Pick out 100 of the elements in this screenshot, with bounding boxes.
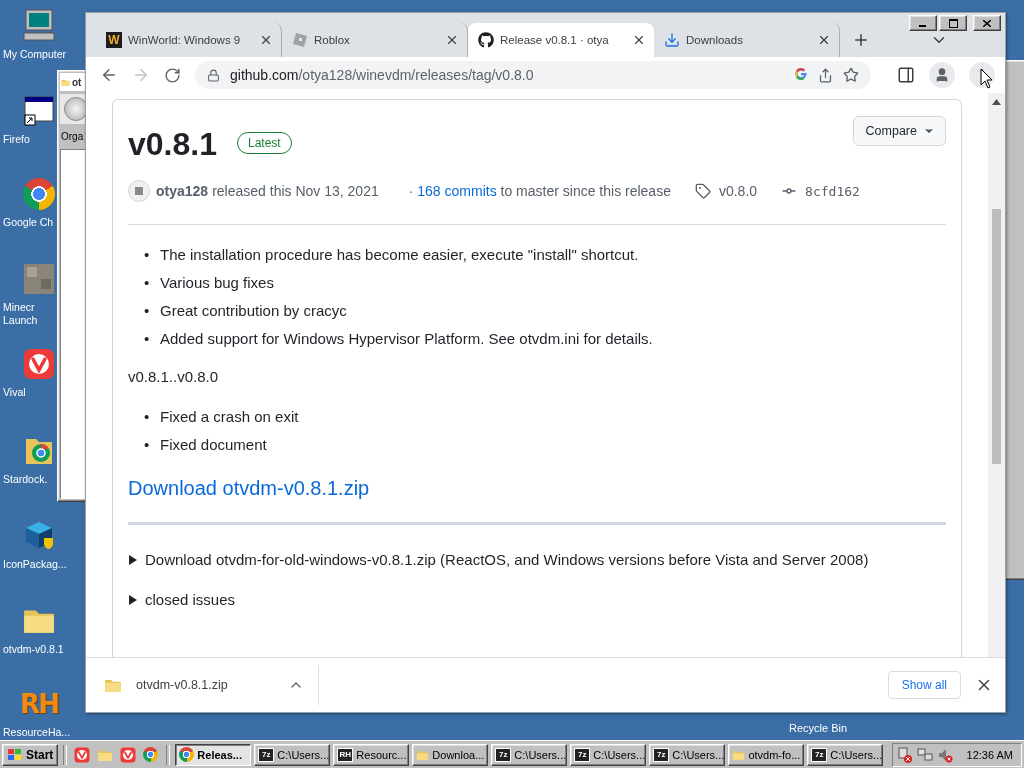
app-logo: 7z (495, 747, 512, 762)
chrome-icon (179, 747, 195, 762)
chrome-icon (143, 746, 159, 762)
reload-icon[interactable] (164, 66, 181, 84)
taskbar-button[interactable]: Downloa... (412, 743, 489, 766)
computer-icon (22, 8, 56, 42)
network-icon[interactable] (916, 746, 933, 763)
bullet: • (144, 273, 150, 293)
window-shortcut-icon (22, 93, 56, 127)
clock[interactable]: 12:36 AM (966, 748, 1013, 761)
back-button[interactable] (64, 97, 88, 121)
download-icon (664, 32, 680, 48)
close-icon[interactable] (445, 33, 459, 47)
folder-icon (61, 77, 70, 87)
taskbar-button[interactable]: otvdm-fo... (728, 743, 805, 766)
github-icon (478, 32, 494, 48)
list-item: Fixed a crash on exit (160, 407, 299, 427)
disclosure-triangle-icon[interactable] (128, 555, 138, 565)
bullet: • (144, 435, 150, 455)
details-summary[interactable]: Download otvdm-for-old-windows-v0.8.1.zip (ReactOS, and Windows versions before Vista and Server 2008) (145, 551, 869, 569)
window-title: ot (72, 76, 82, 88)
scroll-thumb[interactable] (992, 209, 1001, 464)
avatar-icon[interactable] (128, 180, 150, 202)
app-logo: RH (22, 688, 56, 720)
maximize-icon (948, 18, 958, 28)
scrollbar[interactable] (988, 93, 1005, 657)
new-tab-icon[interactable] (852, 31, 870, 49)
show-all-button[interactable]: Show all (887, 671, 961, 699)
desktop-icon-label[interactable]: Google Ch (3, 216, 54, 229)
app-logo: RH (337, 747, 354, 762)
start-button[interactable]: Start (2, 743, 59, 766)
paragraph: v0.8.1..v0.8.0 (128, 367, 220, 387)
list-item: Various bug fixes (160, 273, 274, 293)
release-date: released this Nov 13, 2021 (212, 183, 379, 199)
lock-icon[interactable] (207, 68, 220, 82)
taskbar-button[interactable]: 7z C:\Users... (807, 743, 884, 766)
list-item: Added support for Windows Hypervisor Platform. See otvdm.ini for details. (160, 329, 653, 349)
browser-tab[interactable]: Release v0.8.1 · otya (468, 23, 654, 57)
app-logo: 7z (653, 747, 670, 762)
tag-icon (694, 183, 711, 199)
commits-text: · 168 commits to master since this release (408, 183, 671, 199)
vivaldi-icon (23, 348, 55, 380)
side-panel-icon[interactable] (897, 66, 915, 84)
maximize-button[interactable] (939, 15, 967, 31)
bullet: • (144, 301, 150, 321)
bullet: • (144, 329, 150, 349)
desktop-icon-label[interactable]: Firefo (3, 133, 30, 146)
taskbar-button[interactable]: 7z C:\Users... (649, 743, 726, 766)
close-icon[interactable] (632, 33, 646, 47)
windows-logo-icon (7, 747, 23, 762)
app-logo: 7z (811, 747, 828, 762)
desktop-icon-label[interactable]: Vival (3, 386, 26, 399)
desktop-icon-label[interactable]: otvdm-v0.8.1 (3, 643, 64, 656)
download-link[interactable]: Download otvdm-v0.8.1.zip (128, 477, 370, 500)
toolbar-label[interactable]: Orga (61, 131, 84, 142)
release-title: v0.8.1 (128, 125, 217, 164)
tag-link[interactable]: v0.8.0 (718, 183, 758, 199)
commit-link[interactable]: 8cfd162 (805, 183, 860, 199)
mouse-pointer-icon (980, 68, 993, 89)
bookmark-star-icon[interactable] (843, 67, 859, 83)
taskbar-button[interactable]: RH Resourc... (333, 743, 410, 766)
vivaldi-icon (74, 746, 91, 763)
close-icon (983, 19, 991, 27)
list-item: The installation procedure has become easier, execute "install" shortcut. (160, 245, 639, 265)
close-button[interactable] (973, 15, 1001, 31)
network-error-icon[interactable] (896, 746, 913, 763)
list-item: Fixed document (160, 435, 267, 455)
block-icon (23, 263, 55, 295)
desktop-icon-label[interactable]: IconPackag... (3, 558, 67, 571)
download-item[interactable]: otvdm-v0.8.1.zip (104, 665, 319, 705)
desktop-icon-label[interactable]: Stardock. (3, 473, 48, 486)
address-bar[interactable]: github.com/otya128/winevdm/releases/tag/v0.8.0 (195, 61, 871, 89)
desktop-icon-label[interactable]: Recycle Bin (780, 722, 856, 734)
scroll-up-icon[interactable] (992, 99, 1001, 105)
chrome-icon (23, 178, 55, 210)
person-icon (934, 67, 950, 83)
details-summary[interactable]: closed issues (145, 591, 236, 609)
desktop-icon-label[interactable]: ResourceHa... (3, 726, 71, 739)
taskbar-button[interactable]: 7z C:\Users... (491, 743, 568, 766)
taskbar-button[interactable]: 7z C:\Users... (570, 743, 647, 766)
taskbar-button[interactable]: 7z C:\Users... (254, 743, 331, 766)
close-icon[interactable] (817, 33, 831, 47)
minimize-button[interactable] (909, 15, 937, 31)
site-logo: W (106, 32, 122, 48)
author-link[interactable]: otya128 (156, 183, 209, 199)
bullet: • (144, 407, 150, 427)
profile-button[interactable] (929, 62, 955, 88)
commits-link[interactable]: 168 commits (417, 183, 497, 199)
app-logo: 7z (574, 747, 591, 762)
disclosure-triangle-icon[interactable] (128, 595, 138, 605)
bullet: • (144, 245, 150, 265)
close-icon[interactable] (259, 33, 273, 47)
taskbar-button[interactable]: Releas... (175, 743, 252, 766)
list-item: Great contribution by cracyc (160, 301, 347, 321)
desktop-icon-label[interactable]: Minecr Launch (3, 301, 38, 327)
share-icon[interactable] (818, 67, 833, 83)
compare-button[interactable]: Compare (852, 116, 946, 146)
desktop-icon-label[interactable]: My Computer (3, 48, 66, 61)
vivaldi-icon (120, 746, 137, 763)
back-icon[interactable] (100, 66, 118, 84)
